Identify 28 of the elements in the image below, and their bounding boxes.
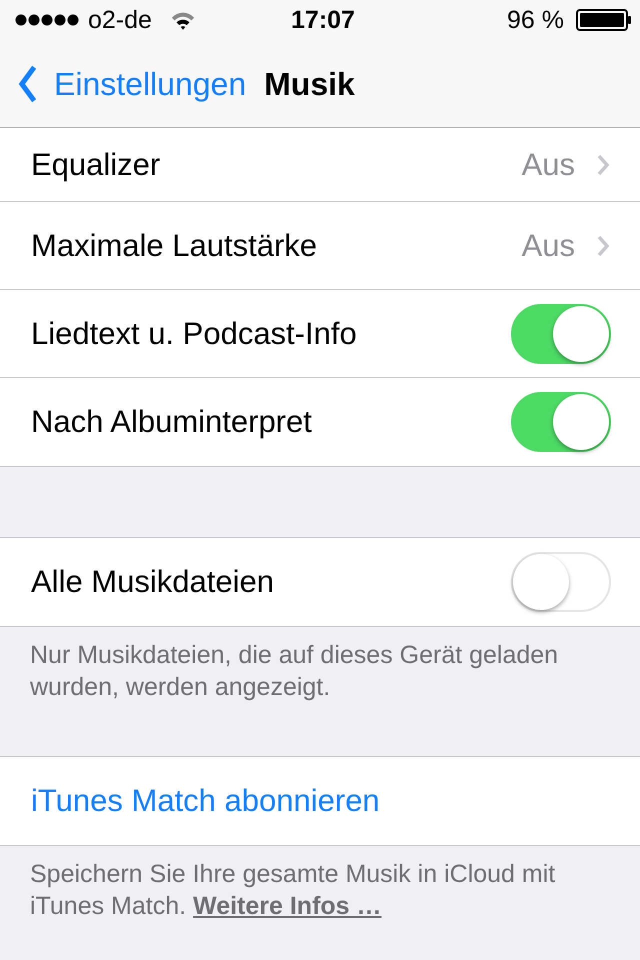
chevron-icon [597, 154, 610, 176]
back-button[interactable]: Einstellungen [16, 65, 246, 103]
settings-row[interactable]: Maximale Lautstärke Aus [0, 202, 640, 290]
row-value: Aus [522, 228, 575, 264]
toggle-switch[interactable] [511, 304, 611, 364]
footer-note: Speichern Sie Ihre gesamte Musik in iCloud mit iTunes Match. Weitere Infos … [29, 859, 556, 922]
row-label: Equalizer [31, 146, 162, 182]
row-label: Alle Musikdateien [31, 564, 275, 600]
footer-note: Nur Musikdateien, die auf dieses Gerät geladen wurden, werden angezeigt. [29, 640, 560, 703]
row-label: Nach Albuminterpret [31, 404, 313, 440]
settings-row[interactable]: Nach Albuminterpret [0, 378, 640, 466]
settings-row[interactable]: Liedtext u. Podcast-Info [0, 290, 640, 378]
row-label: Maximale Lautstärke [31, 228, 318, 264]
wifi-icon [170, 10, 196, 30]
chevron-icon [597, 234, 610, 256]
battery-icon [576, 9, 632, 31]
carrier-name: o2-de [88, 6, 152, 34]
signal-icon [14, 12, 80, 28]
settings-row[interactable]: Equalizer Aus [0, 128, 640, 202]
page-title: Musik [264, 66, 355, 102]
status-time: 17:07 [291, 6, 355, 34]
settings-row[interactable]: iTunes Match abonnieren [0, 757, 640, 845]
row-label: Liedtext u. Podcast-Info [31, 316, 358, 352]
row-value: Aus [522, 146, 575, 182]
toggle-switch[interactable] [511, 392, 611, 452]
settings-row[interactable]: Alle Musikdateien [0, 538, 640, 626]
battery-percent: 96 % [507, 6, 564, 34]
more-info-link[interactable]: Weitere Infos … [193, 892, 382, 920]
